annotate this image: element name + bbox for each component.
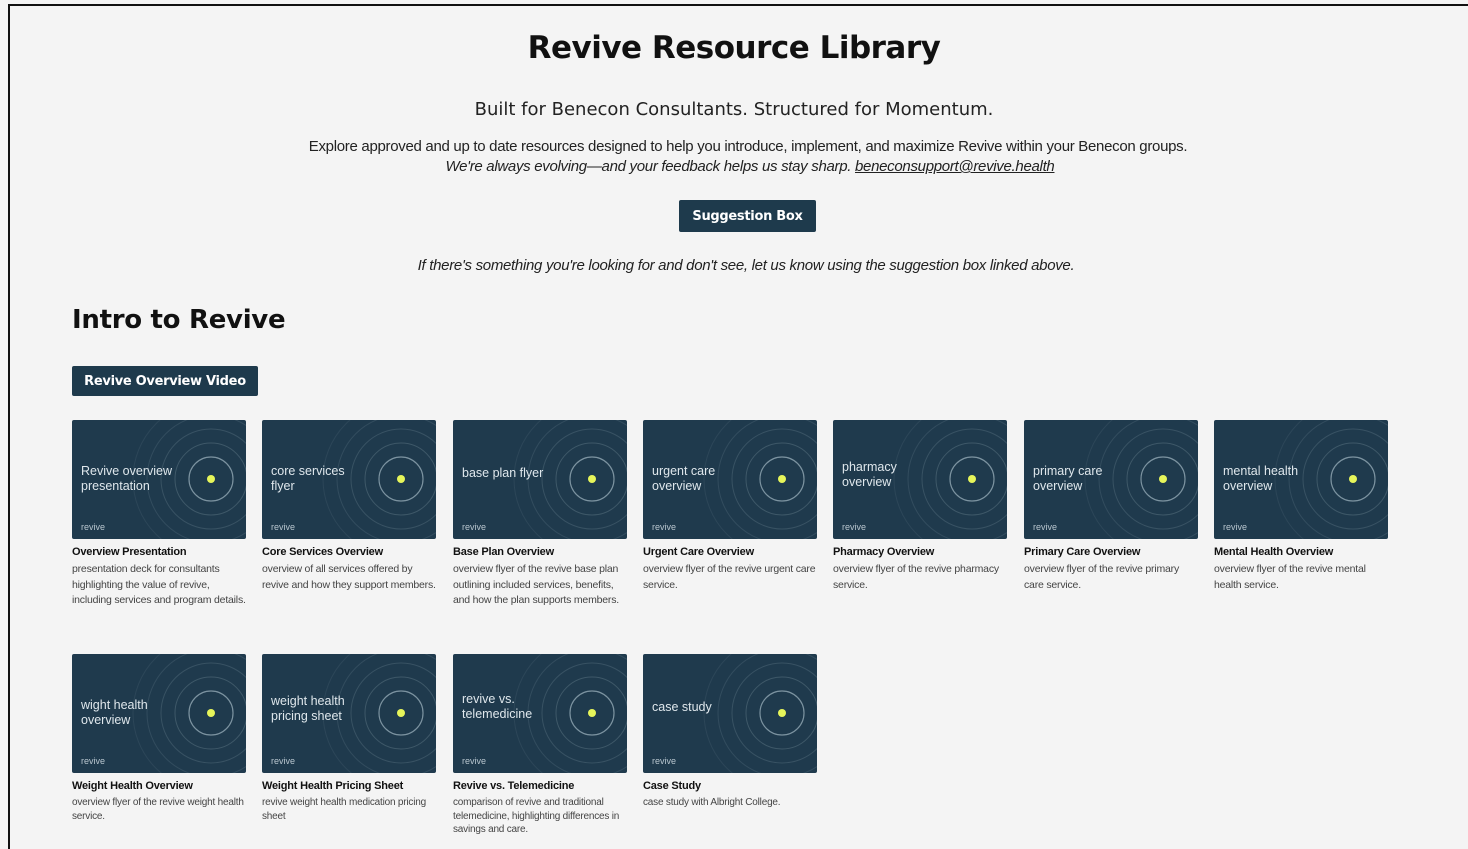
suggestion-note: If there's something you're looking for … bbox=[417, 257, 1075, 274]
card-title: Primary Care Overview bbox=[1024, 546, 1141, 558]
thumbnail-label: urgent care overview bbox=[652, 464, 716, 493]
accent-dot bbox=[588, 709, 596, 717]
accent-dot bbox=[397, 709, 405, 717]
resource-thumbnail[interactable]: pharmacy overview revive bbox=[833, 420, 1007, 539]
revive-logo: revive bbox=[462, 756, 487, 766]
intro-text: Explore approved and up to date resource… bbox=[308, 138, 1188, 155]
resource-thumbnail[interactable]: revive vs. telemedicine revive bbox=[453, 654, 627, 773]
accent-dot bbox=[778, 475, 786, 483]
resource-card-primary-care[interactable]: primary care overview revive Primary Car… bbox=[1024, 420, 1198, 593]
accent-dot bbox=[588, 475, 596, 483]
resource-thumbnail[interactable]: urgent care overview revive bbox=[643, 420, 817, 539]
revive-overview-video-button[interactable]: Revive Overview Video bbox=[72, 366, 258, 396]
accent-dot bbox=[397, 475, 405, 483]
accent-dot bbox=[1349, 475, 1357, 483]
card-description: revive weight health medication pricing … bbox=[262, 797, 426, 822]
thumbnail-label: pharmacy overview bbox=[842, 460, 897, 489]
card-description: case study with Albright College. bbox=[643, 797, 781, 808]
card-title: Case Study bbox=[643, 780, 701, 792]
feedback-prefix: We're always evolving—and your feedback … bbox=[445, 158, 856, 175]
feedback-text: We're always evolving—and your feedback … bbox=[0, 158, 1468, 175]
revive-logo: revive bbox=[271, 522, 296, 532]
resource-thumbnail[interactable]: mental health overview revive bbox=[1214, 420, 1388, 539]
thumbnail-label: mental health overview bbox=[1223, 464, 1299, 493]
card-description: overview flyer of the revive weight heal… bbox=[72, 797, 244, 822]
revive-logo: revive bbox=[271, 756, 296, 766]
resource-thumbnail[interactable]: wight health overview revive bbox=[72, 654, 246, 773]
revive-logo: revive bbox=[81, 522, 106, 532]
revive-logo: revive bbox=[1223, 522, 1248, 532]
section-title: Intro to Revive bbox=[72, 305, 286, 335]
thumbnail-label: wight health overview bbox=[81, 698, 148, 727]
accent-dot bbox=[778, 709, 786, 717]
accent-dot bbox=[207, 475, 215, 483]
card-title: Core Services Overview bbox=[262, 546, 383, 558]
thumbnail-label: primary care overview bbox=[1033, 464, 1103, 493]
card-title: Overview Presentation bbox=[72, 546, 187, 558]
resource-card-weight-health[interactable]: wight health overview revive Weight Heal… bbox=[72, 654, 246, 823]
revive-logo: revive bbox=[652, 756, 677, 766]
thumbnail-label: Revive overview presentation bbox=[81, 464, 173, 493]
resource-card-revive-vs-telemedicine[interactable]: revive vs. telemedicine revive Revive vs… bbox=[453, 654, 627, 837]
card-title: Base Plan Overview bbox=[453, 546, 554, 558]
thumbnail-label: base plan flyer bbox=[462, 466, 544, 480]
resource-card-overview-presentation[interactable]: Revive overview presentation revive Over… bbox=[72, 420, 246, 609]
card-title: Weight Health Overview bbox=[72, 780, 193, 792]
resource-card-pharmacy[interactable]: pharmacy overview revive Pharmacy Overvi… bbox=[833, 420, 1007, 593]
resource-thumbnail[interactable]: base plan flyer revive bbox=[453, 420, 627, 539]
card-title: Urgent Care Overview bbox=[643, 546, 754, 558]
card-title: Mental Health Overview bbox=[1214, 546, 1334, 558]
thumbnail-label: case study bbox=[652, 700, 712, 714]
thumbnail-label: core services flyer bbox=[271, 464, 345, 493]
suggestion-box-button[interactable]: Suggestion Box bbox=[679, 200, 816, 232]
card-description: overview of all services offered by revi… bbox=[262, 563, 436, 591]
resource-thumbnail[interactable]: Revive overview presentation revive bbox=[72, 420, 246, 539]
card-title: Revive vs. Telemedicine bbox=[453, 780, 575, 792]
page-subtitle: Built for Benecon Consultants. Structure… bbox=[474, 99, 994, 120]
page-title: Revive Resource Library bbox=[527, 30, 941, 66]
revive-logo: revive bbox=[1033, 522, 1058, 532]
card-description: overview flyer of the revive urgent care… bbox=[643, 563, 816, 591]
thumbnail-label: revive vs. telemedicine bbox=[462, 692, 533, 721]
accent-dot bbox=[1159, 475, 1167, 483]
card-description: comparison of revive and traditional tel… bbox=[453, 797, 620, 835]
card-title: Pharmacy Overview bbox=[833, 546, 935, 558]
card-description: overview flyer of the revive base plan o… bbox=[453, 563, 619, 606]
card-description: overview flyer of the revive pharmacy se… bbox=[833, 563, 999, 591]
resource-thumbnail[interactable]: weight health pricing sheet revive bbox=[262, 654, 436, 773]
resource-card-case-study[interactable]: case study revive Case Study case study … bbox=[643, 654, 817, 810]
card-description: overview flyer of the revive mental heal… bbox=[1214, 563, 1366, 591]
card-description: overview flyer of the revive primary car… bbox=[1024, 563, 1180, 591]
resource-thumbnail[interactable]: case study revive bbox=[643, 654, 817, 773]
revive-logo: revive bbox=[81, 756, 106, 766]
resource-card-urgent-care[interactable]: urgent care overview revive Urgent Care … bbox=[643, 420, 817, 593]
resource-thumbnail[interactable]: primary care overview revive bbox=[1024, 420, 1198, 539]
resource-card-weight-health-pricing[interactable]: weight health pricing sheet revive Weigh… bbox=[262, 654, 436, 823]
thumbnail-label: weight health pricing sheet bbox=[271, 694, 345, 723]
card-title: Weight Health Pricing Sheet bbox=[262, 780, 404, 792]
resource-card-mental-health[interactable]: mental health overview revive Mental Hea… bbox=[1214, 420, 1388, 593]
support-email-link[interactable]: beneconsupport@revive.health bbox=[855, 158, 1055, 175]
resource-card-core-services[interactable]: core services flyer revive Core Services… bbox=[262, 420, 436, 593]
accent-dot bbox=[968, 475, 976, 483]
revive-logo: revive bbox=[652, 522, 677, 532]
resource-thumbnail[interactable]: core services flyer revive bbox=[262, 420, 436, 539]
revive-logo: revive bbox=[462, 522, 487, 532]
revive-logo: revive bbox=[842, 522, 867, 532]
resource-card-base-plan[interactable]: base plan flyer revive Base Plan Overvie… bbox=[453, 420, 627, 609]
card-description: presentation deck for consultants highli… bbox=[72, 563, 246, 606]
accent-dot bbox=[207, 709, 215, 717]
